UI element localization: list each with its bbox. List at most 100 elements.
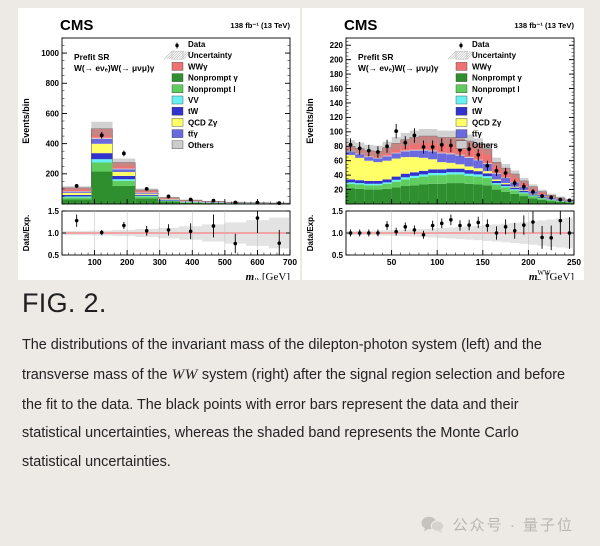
page-footer: 公众号 · 量子位 (0, 502, 600, 546)
legend-label: QCD Zγ (188, 118, 218, 127)
legend-label: Nonprompt l (188, 85, 236, 94)
figure-caption: The distributions of the invariant mass … (22, 331, 578, 477)
x-tick-label: 200 (120, 257, 134, 267)
legend-label: Others (472, 141, 498, 150)
ratio-y-axis-label: Data/Exp. (22, 215, 31, 251)
legend-swatch (455, 140, 468, 150)
ratio-y-tick-label: 1.5 (332, 207, 344, 216)
y-tick-label: 200 (46, 170, 60, 179)
x-axis-label: mllγ[GeV] (246, 271, 290, 280)
chart-title-cms: CMS (60, 17, 93, 34)
legend-label: tW (472, 107, 483, 116)
y-tick-label: 40 (334, 171, 343, 180)
y-tick-label: 160 (330, 84, 344, 93)
legend-label: Nonprompt l (472, 85, 520, 94)
plot-left-invariant-mass: CMS 138 fb⁻¹ (13 TeV) 200 400 600 800 1000 Even… (18, 8, 300, 280)
legend-swatch (455, 73, 468, 82)
chart-svg-right: CMS 138 fb⁻¹ (13 TeV) 20 40 60 80 100 120 140 160… (302, 8, 584, 280)
legend-label: tt̅γ (188, 130, 198, 139)
wechat-bubble-icon (421, 516, 444, 533)
legend-swatch (455, 106, 468, 116)
legend-swatch (455, 129, 468, 138)
figure-caption-block: FIG. 2. The distributions of the invaria… (0, 285, 600, 477)
legend-label: WWγ (188, 62, 208, 71)
legend-swatch (171, 140, 184, 150)
x-tick-label: 50 (387, 257, 397, 267)
y-tick-label: 1000 (41, 49, 59, 58)
x-tick-label: 500 (218, 257, 232, 267)
figure-page: CMS 138 fb⁻¹ (13 TeV) 200 400 600 800 1000 Even… (0, 0, 600, 546)
legend-label: tW (188, 107, 199, 116)
y-tick-label: 400 (46, 139, 60, 148)
watermark: 公众号 · 量子位 (421, 514, 574, 535)
legend-label: WWγ (472, 62, 492, 71)
x-tick-label: 200 (521, 257, 535, 267)
legend-swatch (171, 118, 184, 127)
chart-title-cms: CMS (344, 17, 377, 34)
x-tick-label: 100 (430, 257, 444, 267)
y-tick-label: 800 (46, 79, 60, 88)
annotation-process: W(→ eνₑ)W(→ μνμ)γ (74, 63, 155, 73)
figure-label: FIG. 2. (22, 288, 107, 318)
ratio-y-tick-label: 1.0 (332, 229, 344, 238)
y-tick-label: 80 (334, 142, 343, 151)
y-axis-label: Events/bin (21, 98, 31, 144)
legend-swatch (455, 84, 468, 94)
legend-label: Nonprompt γ (472, 74, 522, 83)
x-axis-label: mWWT[GeV] (529, 269, 574, 280)
legend-label: Data (188, 40, 206, 49)
y-tick-label: 220 (330, 41, 344, 50)
x-tick-label: 600 (250, 257, 264, 267)
legend-label: Nonprompt γ (188, 74, 238, 83)
ratio-y-axis-label: Data/Exp. (306, 215, 315, 251)
y-tick-label: 20 (334, 185, 343, 194)
annotation-prefit-sr: Prefit SR (74, 52, 109, 62)
x-tick-label: 700 (283, 257, 297, 267)
legend-swatch (171, 106, 184, 116)
ratio-y-tick-label: 0.5 (332, 251, 344, 260)
caption-math-ww: WW (171, 366, 198, 384)
figure-image-area: CMS 138 fb⁻¹ (13 TeV) 200 400 600 800 1000 Even… (0, 0, 600, 285)
plot-right-transverse-mass: CMS 138 fb⁻¹ (13 TeV) 20 40 60 80 100 120 140 160… (302, 8, 584, 280)
legend-swatch (171, 62, 184, 71)
legend-swatch (171, 84, 184, 94)
y-tick-label: 100 (330, 128, 344, 137)
watermark-text: 公众号 · 量子位 (452, 516, 574, 534)
y-tick-label: 180 (330, 70, 344, 79)
legend-swatch (455, 95, 468, 105)
legend-swatch (171, 73, 184, 82)
ratio-y-tick-label: 1.5 (48, 207, 60, 216)
legend-label: Data (472, 40, 490, 49)
x-tick-label: 150 (476, 257, 490, 267)
chart-lumi-header: 138 fb⁻¹ (13 TeV) (514, 21, 574, 30)
x-tick-label: 300 (153, 257, 167, 267)
legend-label: QCD Zγ (472, 118, 502, 127)
legend-swatch (171, 129, 184, 138)
y-tick-label: 140 (330, 99, 344, 108)
legend-label: Uncertainty (472, 51, 517, 60)
legend-marker-data (175, 43, 179, 48)
legend-label: tt̅γ (472, 130, 482, 139)
legend-label: VV (188, 96, 199, 105)
annotation-prefit-sr: Prefit SR (358, 52, 393, 62)
legend-swatch (455, 62, 468, 71)
legend-label: Uncertainty (188, 51, 233, 60)
chart-svg-left: CMS 138 fb⁻¹ (13 TeV) 200 400 600 800 1000 Even… (18, 8, 300, 280)
y-tick-label: 200 (330, 55, 344, 64)
x-tick-label: 400 (185, 257, 199, 267)
annotation-process: W(→ eνₑ)W(→ μνμ)γ (358, 63, 439, 73)
y-tick-label: 120 (330, 113, 344, 122)
legend-label: VV (472, 96, 483, 105)
ratio-y-tick-label: 1.0 (48, 229, 60, 238)
y-axis-label: Events/bin (305, 98, 315, 144)
ratio-y-tick-label: 0.5 (48, 251, 60, 260)
legend-swatch (455, 118, 468, 127)
legend-marker-data (459, 43, 463, 48)
x-tick-label: 250 (567, 257, 581, 267)
legend-swatch (171, 95, 184, 105)
x-tick-label: 100 (88, 257, 102, 267)
legend-label: Others (188, 141, 214, 150)
y-tick-label: 60 (334, 156, 343, 165)
y-tick-label: 600 (46, 109, 60, 118)
chart-lumi-header: 138 fb⁻¹ (13 TeV) (230, 21, 290, 30)
